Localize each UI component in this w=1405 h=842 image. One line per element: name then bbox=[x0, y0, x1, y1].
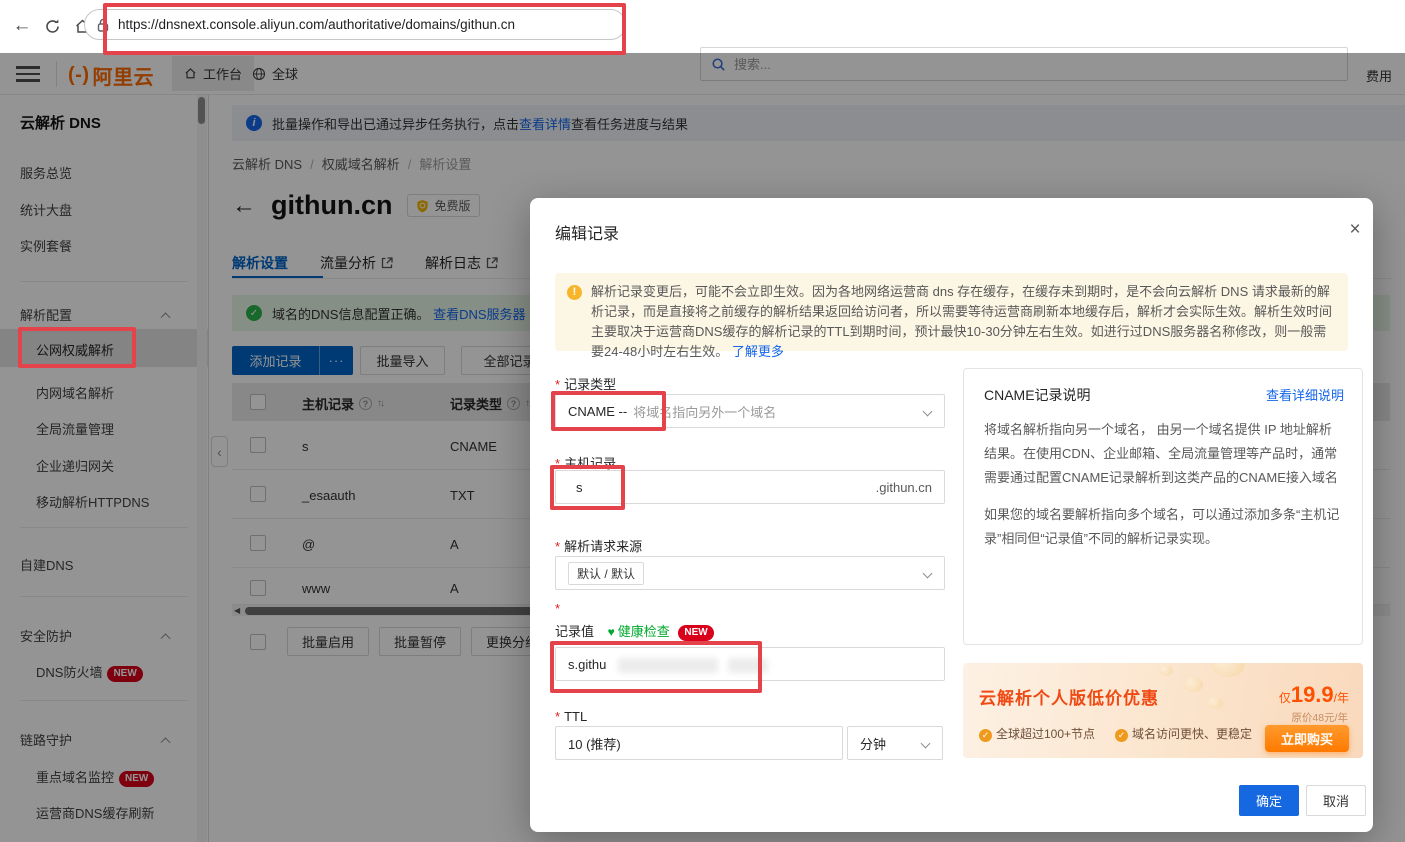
original-price: 原价48元/年 bbox=[1291, 710, 1348, 725]
panel-paragraph: 如果您的域名要解析指向多个域名，可以通过添加多条“主机记录”相同但“记录值”不同… bbox=[984, 503, 1342, 551]
resolution-line-select[interactable]: 默认 / 默认 bbox=[555, 556, 945, 590]
price-suffix: /年 bbox=[1334, 689, 1349, 706]
label-text: TTL bbox=[564, 709, 587, 724]
back-icon[interactable]: ← bbox=[10, 14, 34, 38]
promo-price: 仅 19.9 /年 bbox=[1279, 682, 1349, 708]
ttl-input[interactable]: 10 (推荐) bbox=[555, 726, 843, 760]
promo-bullets: ✓ 全球超过100+节点 ✓ 域名访问更快、更稳定 bbox=[979, 725, 1252, 742]
coins-decoration bbox=[1183, 677, 1203, 692]
resolution-line-label: *解析请求来源 bbox=[555, 536, 642, 555]
screenshot-root: ← https://dnsnext.console.aliyun.com/aut… bbox=[0, 0, 1405, 842]
coins-decoration bbox=[1211, 663, 1245, 677]
coins-decoration bbox=[1159, 665, 1173, 676]
buy-now-button[interactable]: 立即购买 bbox=[1265, 725, 1349, 752]
label-text: 解析请求来源 bbox=[564, 539, 642, 554]
warning-text: 解析记录变更后，可能不会立即生效。因为各地网络运营商 dns 存在缓存，在缓存未… bbox=[591, 284, 1332, 359]
coins-decoration bbox=[1207, 697, 1223, 709]
record-value-required-mark: * bbox=[555, 601, 564, 616]
price-prefix: 仅 bbox=[1279, 689, 1291, 706]
chevron-down-icon bbox=[923, 407, 933, 417]
annotation-box-url bbox=[103, 3, 626, 55]
annotation-box-sidebar-item bbox=[18, 327, 136, 368]
propagation-warning: ! 解析记录变更后，可能不会立即生效。因为各地网络运营商 dns 存在缓存，在缓… bbox=[555, 273, 1348, 351]
label-text: 记录值 bbox=[555, 624, 594, 639]
learn-more-link[interactable]: 了解更多 bbox=[732, 344, 784, 359]
promo-title: 云解析个人版低价优惠 bbox=[979, 684, 1159, 709]
annotation-box-record-type bbox=[551, 391, 666, 431]
chevron-down-icon bbox=[923, 569, 933, 579]
ttl-unit-select[interactable]: 分钟 bbox=[847, 726, 943, 760]
health-heart-icon: ♥ bbox=[608, 625, 615, 639]
check-icon: ✓ bbox=[1115, 729, 1128, 742]
close-icon[interactable]: × bbox=[1343, 218, 1367, 242]
price-value: 19.9 bbox=[1291, 682, 1334, 708]
warning-icon: ! bbox=[567, 285, 582, 300]
ttl-label: *TTL bbox=[555, 709, 587, 724]
cname-help-panel: CNAME记录说明 查看详细说明 将域名解析指向另一个域名， 由另一个域名提供 … bbox=[963, 368, 1363, 645]
panel-paragraph: 将域名解析指向另一个域名， 由另一个域名提供 IP 地址解析结果。在使用CDN、… bbox=[984, 418, 1342, 490]
cancel-button[interactable]: 取消 bbox=[1306, 785, 1366, 816]
record-value-label: 记录值 ♥健康检查 NEW bbox=[555, 621, 714, 641]
line-tag: 默认 / 默认 bbox=[568, 562, 644, 585]
ttl-unit: 分钟 bbox=[860, 734, 886, 753]
view-detail-doc-link[interactable]: 查看详细说明 bbox=[1266, 385, 1344, 404]
health-check-link[interactable]: ♥健康检查 bbox=[608, 624, 670, 639]
ttl-value: 10 (推荐) bbox=[568, 734, 621, 753]
confirm-button[interactable]: 确定 bbox=[1239, 785, 1299, 816]
health-check-label: 健康检查 bbox=[618, 624, 670, 639]
modal-title: 编辑记录 bbox=[555, 220, 619, 244]
promo-bullet: 全球超过100+节点 bbox=[996, 727, 1095, 741]
domain-suffix: .githun.cn bbox=[876, 480, 932, 495]
refresh-icon[interactable] bbox=[40, 14, 64, 38]
edit-record-modal: 编辑记录 × ! 解析记录变更后，可能不会立即生效。因为各地网络运营商 dns … bbox=[530, 198, 1373, 832]
annotation-box-host-record bbox=[550, 465, 625, 510]
chevron-down-icon bbox=[921, 739, 931, 749]
new-badge: NEW bbox=[678, 625, 713, 641]
label-text: 记录类型 bbox=[564, 377, 616, 392]
annotation-box-record-value bbox=[550, 641, 762, 693]
personal-edition-promo: 云解析个人版低价优惠 仅 19.9 /年 原价48元/年 ✓ 全球超过100+节点… bbox=[963, 663, 1363, 758]
promo-bullet: 域名访问更快、更稳定 bbox=[1132, 727, 1252, 741]
check-icon: ✓ bbox=[979, 729, 992, 742]
